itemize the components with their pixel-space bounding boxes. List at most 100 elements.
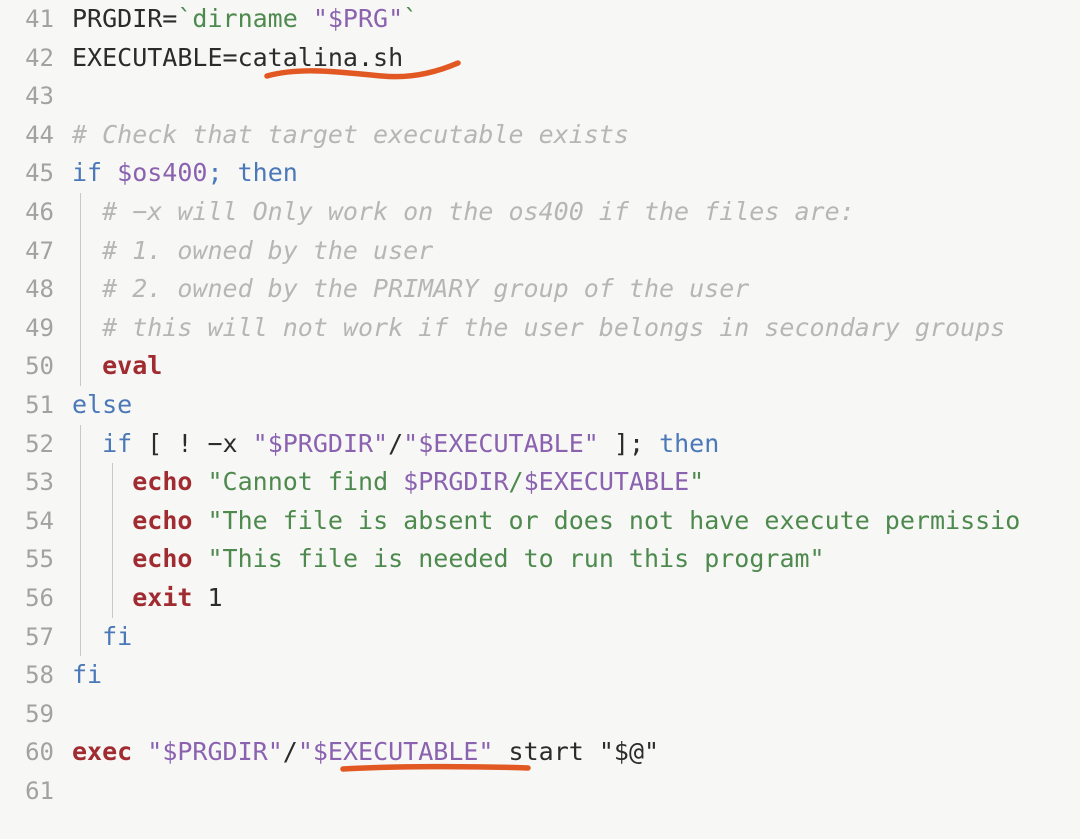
code-token: ` <box>403 4 419 33</box>
line-number: 53 <box>25 468 54 497</box>
line-number: 43 <box>25 82 54 111</box>
code-line-content[interactable]: else <box>72 386 1080 425</box>
code-line-content[interactable]: exec "$PRGDIR"/"$EXECUTABLE" start "$@" <box>72 733 1080 772</box>
indent-guide <box>80 424 81 464</box>
code-line-content[interactable]: if $os400; then <box>72 154 1080 193</box>
code-token: ]; <box>598 428 644 458</box>
code-token: "$PRGDIR" <box>252 428 389 458</box>
code-line[interactable]: 45 if $os400; then <box>0 154 1080 193</box>
indent-guide <box>112 540 113 579</box>
code-line[interactable]: 52 if [ ! −x "$PRGDIR"/"$EXECUTABLE" ]; … <box>0 424 1080 464</box>
code-line[interactable]: 54 echo "The file is absent or does not … <box>0 501 1080 541</box>
line-number: 42 <box>25 43 54 72</box>
code-editor[interactable]: 41 PRGDIR=`dirname "$PRG"` 42 EXECUTABLE=ca… <box>0 0 1080 839</box>
code-line-content[interactable]: # Check that target executable exists <box>72 116 1080 155</box>
code-line[interactable]: 59 <box>0 695 1080 734</box>
code-line-content[interactable]: # 1. owned by the user <box>72 231 1080 271</box>
code-line[interactable]: 53 echo "Cannot find $PRGDIR/$EXECUTABLE… <box>0 463 1080 502</box>
code-token: "Cannot find <box>207 467 404 497</box>
indent-guide <box>80 192 81 232</box>
code-line-content[interactable]: fi <box>72 617 1080 657</box>
code-token: $PRGDIR <box>403 467 509 497</box>
code-token: "This file is needed to run this program… <box>207 544 825 574</box>
code-line-content[interactable]: eval <box>72 347 1080 386</box>
code-line[interactable]: 46 # −x will Only work on the os400 if t… <box>0 192 1080 232</box>
code-line[interactable]: 50 eval <box>0 347 1080 386</box>
code-token: "$PRG" <box>312 4 404 33</box>
indent-guide <box>80 501 81 541</box>
code-token: if <box>72 158 118 188</box>
code-line[interactable]: 56 exit 1 <box>0 578 1080 618</box>
code-line-content[interactable]: PRGDIR=`dirname "$PRG"` <box>72 0 1080 39</box>
code-line-content[interactable]: # 2. owned by the PRIMARY group of the u… <box>72 270 1080 309</box>
code-lines-container: 41 PRGDIR=`dirname "$PRG"` 42 EXECUTABLE=ca… <box>0 0 1080 810</box>
code-token: echo <box>132 505 193 535</box>
code-line[interactable]: 48 # 2. owned by the PRIMARY group of th… <box>0 270 1080 309</box>
code-line-content[interactable]: if [ ! −x "$PRGDIR"/"$EXECUTABLE" ]; the… <box>72 424 1080 464</box>
code-token: / <box>508 467 524 497</box>
code-line-content[interactable]: exit 1 <box>72 578 1080 618</box>
line-number: 47 <box>25 236 54 265</box>
line-number: 41 <box>25 5 54 33</box>
code-token: / <box>388 428 404 458</box>
line-number: 58 <box>25 661 54 690</box>
line-number: 60 <box>25 738 54 767</box>
line-number: 51 <box>25 390 54 419</box>
code-token: echo <box>132 467 193 497</box>
code-line[interactable]: 49 # this will not work if the user belo… <box>0 308 1080 348</box>
line-number: 52 <box>25 429 54 458</box>
line-number: 56 <box>25 583 54 612</box>
code-token: eval <box>102 351 163 381</box>
indent-guide <box>80 617 81 657</box>
line-number: 55 <box>25 545 54 574</box>
code-line-content[interactable]: # this will not work if the user belongs… <box>72 308 1080 348</box>
code-line-content[interactable] <box>72 772 1080 811</box>
code-token: echo <box>132 544 193 574</box>
indent-guide <box>80 308 81 348</box>
code-line-content[interactable]: fi <box>72 656 1080 695</box>
code-line-content[interactable] <box>72 77 1080 116</box>
line-number: 61 <box>25 776 54 805</box>
code-line[interactable]: 51 else <box>0 386 1080 425</box>
code-line-content[interactable]: # −x will Only work on the os400 if the … <box>72 192 1080 232</box>
code-line[interactable]: 60 exec "$PRGDIR"/"$EXECUTABLE" start "$@… <box>0 733 1080 772</box>
code-token: # −x will Only work on the os400 if the … <box>72 196 855 226</box>
code-line[interactable]: 61 <box>0 772 1080 811</box>
code-line[interactable]: 44 # Check that target executable exists <box>0 116 1080 155</box>
code-token: "The file is absent or does not have exe… <box>207 505 1021 535</box>
indent-guide <box>80 270 81 309</box>
code-line-content[interactable] <box>72 695 1080 734</box>
code-line-content[interactable]: echo "This file is needed to run this pr… <box>72 540 1080 579</box>
code-line[interactable]: 58 fi <box>0 656 1080 695</box>
code-token: # this will not work if the user belongs… <box>72 312 1006 342</box>
code-line-content[interactable]: echo "Cannot find $PRGDIR/$EXECUTABLE" <box>72 463 1080 502</box>
line-number: 59 <box>25 699 54 728</box>
code-token: if <box>102 428 133 458</box>
code-line[interactable]: 47 # 1. owned by the user <box>0 231 1080 271</box>
code-token: then <box>237 158 298 188</box>
code-token: "$@" <box>598 737 660 767</box>
code-line[interactable]: 43 <box>0 77 1080 116</box>
code-line[interactable]: 55 echo "This file is needed to run this… <box>0 540 1080 579</box>
line-number: 54 <box>25 506 54 535</box>
indent-guide <box>80 463 81 502</box>
code-line[interactable]: 41 PRGDIR=`dirname "$PRG"` <box>0 0 1080 39</box>
code-line-content[interactable]: echo "The file is absent or does not hav… <box>72 501 1080 541</box>
code-token: " <box>689 467 705 497</box>
code-token: fi <box>102 621 133 651</box>
code-token: EXECUTABLE=catalina.sh <box>72 42 404 72</box>
code-line[interactable]: 57 fi <box>0 617 1080 657</box>
line-number: 45 <box>25 159 54 188</box>
code-line[interactable]: 42 EXECUTABLE=catalina.sh <box>0 39 1080 78</box>
code-line-content[interactable]: EXECUTABLE=catalina.sh <box>72 39 1080 78</box>
line-number: 57 <box>25 622 54 651</box>
